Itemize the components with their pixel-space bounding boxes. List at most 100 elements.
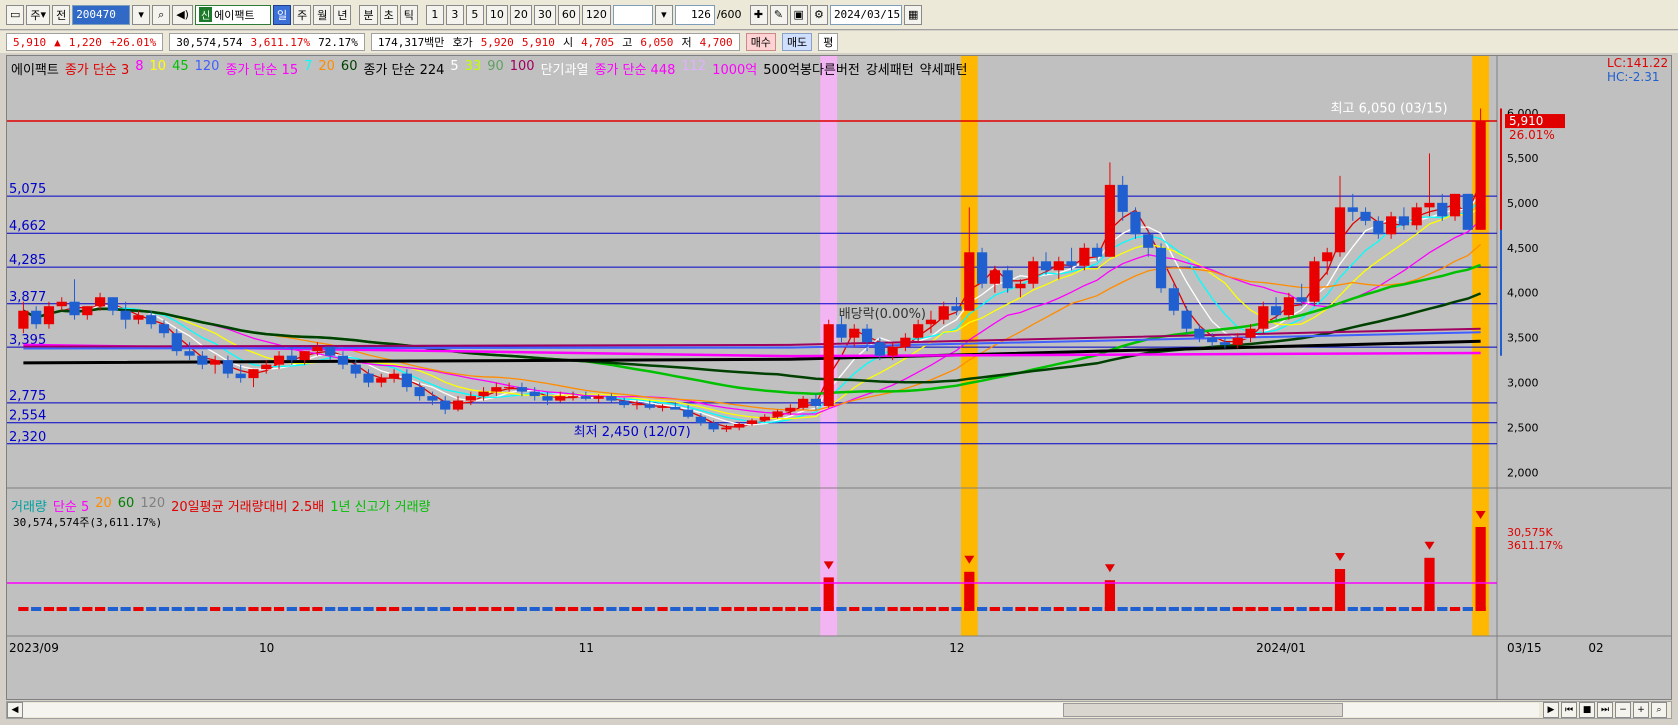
scroll-track[interactable] xyxy=(23,703,1539,717)
price-legend-item-1[interactable]: 종가 단순 3 xyxy=(65,59,129,78)
period-second[interactable]: 초 xyxy=(379,4,398,25)
candle-body xyxy=(1283,297,1294,316)
price-legend-item-0[interactable]: 에이팩트 xyxy=(11,59,59,78)
price-legend-item-5[interactable]: 120 xyxy=(195,59,220,78)
candle-body xyxy=(1245,328,1256,338)
main-toolbar: ▭ 주 ▾ 전 200470 ▾ ⌕ ◀) 신 에이팩트 일 주 월 년 분 초 … xyxy=(0,0,1678,30)
price-legend-item-7[interactable]: 7 xyxy=(304,59,312,78)
interval-3[interactable]: 3 xyxy=(445,4,464,25)
price-legend-item-2[interactable]: 8 xyxy=(135,59,143,78)
volume-legend-item-5[interactable]: 20일평균 거래량대비 2.5배 xyxy=(171,496,324,515)
volume-legend-item-2[interactable]: 20 xyxy=(95,496,112,515)
prev-button[interactable]: 전 xyxy=(52,4,71,25)
scroll-left-icon[interactable]: ◀ xyxy=(7,702,23,718)
candle-body xyxy=(107,297,118,311)
price-legend-item-6[interactable]: 종가 단순 15 xyxy=(225,59,298,78)
period-select[interactable]: 주 ▾ xyxy=(26,4,51,25)
chart-area[interactable]: 6,000 5,500 5,000 4,500 4,000 3,500 3,000 2,500… xyxy=(6,55,1672,700)
stock-code-input[interactable]: 200470 xyxy=(72,4,131,25)
interval-dropdown-icon[interactable]: ▾ xyxy=(654,4,673,25)
horizontal-scrollbar[interactable]: ◀ ▶ ⏮ ■ ⏭ − + ⌕ xyxy=(6,701,1672,719)
speaker-icon[interactable]: ◀) xyxy=(172,4,193,25)
period-year[interactable]: 년 xyxy=(333,4,352,25)
price-legend-item-14[interactable]: 100 xyxy=(510,59,535,78)
volume-bar xyxy=(1283,607,1294,611)
chart-type-icon[interactable]: ▭ xyxy=(6,4,25,25)
code-dropdown-icon[interactable]: ▾ xyxy=(132,4,151,25)
volume-bar xyxy=(695,607,706,611)
rewind-icon[interactable]: ⏮ xyxy=(1561,702,1577,718)
zoom-out-icon[interactable]: − xyxy=(1615,702,1631,718)
price-legend-item-21[interactable]: 약세패턴 xyxy=(920,59,968,78)
search-icon[interactable]: ⌕ xyxy=(152,4,171,25)
volume-bar xyxy=(1373,607,1384,611)
price-legend-item-9[interactable]: 60 xyxy=(341,59,358,78)
interval-1[interactable]: 1 xyxy=(425,4,444,25)
settings-icon[interactable]: ⚙ xyxy=(809,4,828,25)
period-week[interactable]: 주 xyxy=(293,4,312,25)
price-legend-item-4[interactable]: 45 xyxy=(172,59,189,78)
sell-button[interactable]: 매도 xyxy=(781,33,813,51)
interval-30[interactable]: 30 xyxy=(533,4,556,25)
volume-bar xyxy=(1143,607,1154,611)
volume-bar xyxy=(273,607,285,611)
volume-legend-item-1[interactable]: 단순 5 xyxy=(53,496,89,515)
interval-10[interactable]: 10 xyxy=(485,4,508,25)
volume-legend-item-0[interactable]: 거래량 xyxy=(11,496,47,515)
period-tick[interactable]: 틱 xyxy=(399,4,418,25)
quote-label: 호가 xyxy=(452,36,473,49)
buy-button[interactable]: 매수 xyxy=(745,33,776,51)
date-input[interactable]: 2024/03/15 xyxy=(829,4,902,25)
stop-icon[interactable]: ■ xyxy=(1579,702,1595,718)
price-chart[interactable]: 6,0005,5005,0004,5004,0003,5003,0002,500… xyxy=(7,56,1671,699)
volume-legend-item-3[interactable]: 60 xyxy=(118,496,135,515)
volume-bar xyxy=(580,607,591,611)
forward-icon[interactable]: ⏭ xyxy=(1597,702,1613,718)
price-legend-item-17[interactable]: 112 xyxy=(681,59,706,78)
custom-interval-input[interactable] xyxy=(612,4,653,25)
candle-body xyxy=(1309,261,1320,302)
candle-body xyxy=(504,387,515,389)
magnify-icon[interactable]: ⌕ xyxy=(1651,702,1667,718)
period-month[interactable]: 월 xyxy=(313,4,332,25)
price-legend-item-16[interactable]: 종가 단순 448 xyxy=(594,59,675,78)
interval-20[interactable]: 20 xyxy=(509,4,532,25)
volume-bar xyxy=(708,607,719,611)
candle-body xyxy=(810,398,822,406)
volume-bar xyxy=(1066,607,1077,611)
volume-bar xyxy=(1002,607,1013,611)
price-legend-item-18[interactable]: 1000억 xyxy=(712,59,757,78)
count-input[interactable]: 126 xyxy=(674,4,715,25)
price-legend-item-20[interactable]: 강세패턴 xyxy=(866,59,914,78)
stock-name-field[interactable]: 신 에이팩트 xyxy=(194,4,271,25)
period-minute[interactable]: 분 xyxy=(359,4,378,25)
price-legend-item-13[interactable]: 90 xyxy=(487,59,504,78)
period-day[interactable]: 일 xyxy=(272,4,292,25)
scroll-right-icon[interactable]: ▶ xyxy=(1543,702,1559,718)
interval-120[interactable]: 120 xyxy=(581,4,611,25)
volume-bar xyxy=(887,607,898,611)
crosshair-icon[interactable]: ✚ xyxy=(749,4,768,25)
zoom-in-icon[interactable]: + xyxy=(1633,702,1649,718)
save-icon[interactable]: ▣ xyxy=(789,4,808,25)
candle-body xyxy=(414,387,425,397)
price-legend-item-11[interactable]: 5 xyxy=(450,59,458,78)
price-legend-item-19[interactable]: 500억봉다른버전 xyxy=(763,59,860,78)
price-legend-item-15[interactable]: 단기과열 xyxy=(541,59,589,78)
interval-60[interactable]: 60 xyxy=(557,4,580,25)
price-legend-item-8[interactable]: 20 xyxy=(318,59,335,78)
candle-body xyxy=(337,355,349,365)
price-legend-item-10[interactable]: 종가 단순 224 xyxy=(363,59,444,78)
volume-bar xyxy=(785,607,796,611)
draw-tool-icon[interactable]: ✎ xyxy=(769,4,788,25)
scroll-thumb[interactable] xyxy=(1063,703,1343,717)
avg-button[interactable]: 평 xyxy=(818,33,839,51)
calendar-icon[interactable]: ▦ xyxy=(903,4,923,25)
price-legend-item-3[interactable]: 10 xyxy=(150,59,167,78)
volume-legend-item-4[interactable]: 120 xyxy=(140,496,165,515)
volume-legend-item-6[interactable]: 1년 신고가 거래량 xyxy=(330,496,430,515)
price-legend-item-12[interactable]: 33 xyxy=(465,59,482,78)
interval-5[interactable]: 5 xyxy=(465,4,484,25)
low-annotation: 최저 2,450 (12/07) xyxy=(574,425,691,440)
level-label: 3,877 xyxy=(9,290,46,305)
